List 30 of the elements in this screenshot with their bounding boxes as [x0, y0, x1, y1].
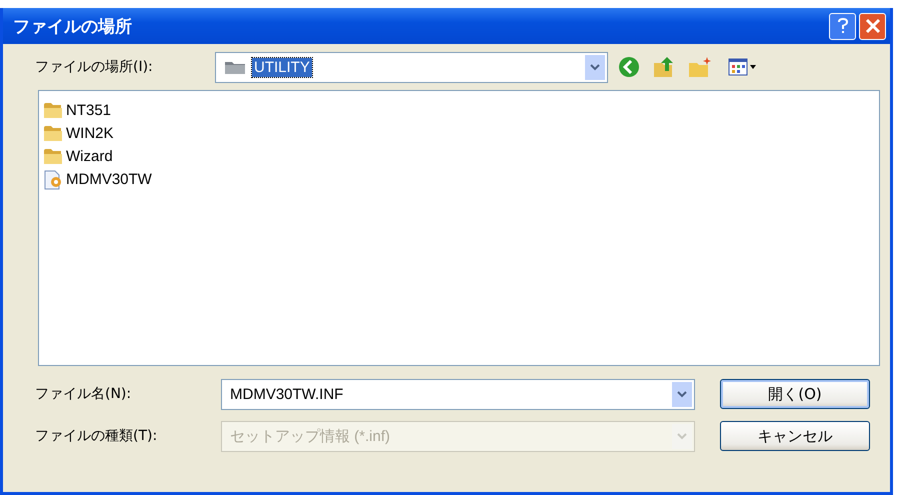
help-icon — [836, 17, 850, 35]
file-item[interactable]: WIN2K — [43, 122, 114, 145]
file-item[interactable]: Wizard — [43, 145, 113, 168]
file-name: NT351 — [66, 102, 112, 119]
cancel-button[interactable]: キャンセル — [720, 421, 870, 451]
window-title: ファイルの場所 — [13, 16, 132, 38]
folder-up-icon — [652, 55, 676, 79]
close-icon — [864, 18, 880, 34]
open-button[interactable]: 開く(O) — [720, 379, 870, 409]
file-name: Wizard — [66, 148, 113, 165]
location-label: ファイルの場所(I): — [35, 58, 154, 76]
file-item[interactable]: MDMV30TW — [43, 168, 152, 191]
back-button[interactable] — [616, 54, 642, 80]
file-name: MDMV30TW — [66, 171, 152, 188]
folder-icon — [43, 125, 63, 142]
help-button[interactable] — [829, 12, 856, 40]
file-name-label: ファイル名(N): — [35, 385, 132, 403]
file-item[interactable]: NT351 — [43, 99, 112, 122]
file-type-label: ファイルの種類(T): — [35, 427, 158, 445]
close-button[interactable] — [859, 12, 886, 40]
location-dropdown[interactable]: UTILITY — [215, 52, 608, 82]
location-value: UTILITY — [252, 58, 312, 76]
file-name: WIN2K — [66, 125, 114, 142]
folder-icon — [43, 148, 63, 165]
folder-icon — [224, 59, 246, 75]
folder-icon — [43, 102, 63, 119]
new-folder-icon — [688, 56, 712, 78]
setup-file-icon — [43, 170, 63, 190]
file-name-field[interactable]: MDMV30TW.INF — [221, 378, 695, 410]
view-grid-icon — [728, 58, 758, 76]
